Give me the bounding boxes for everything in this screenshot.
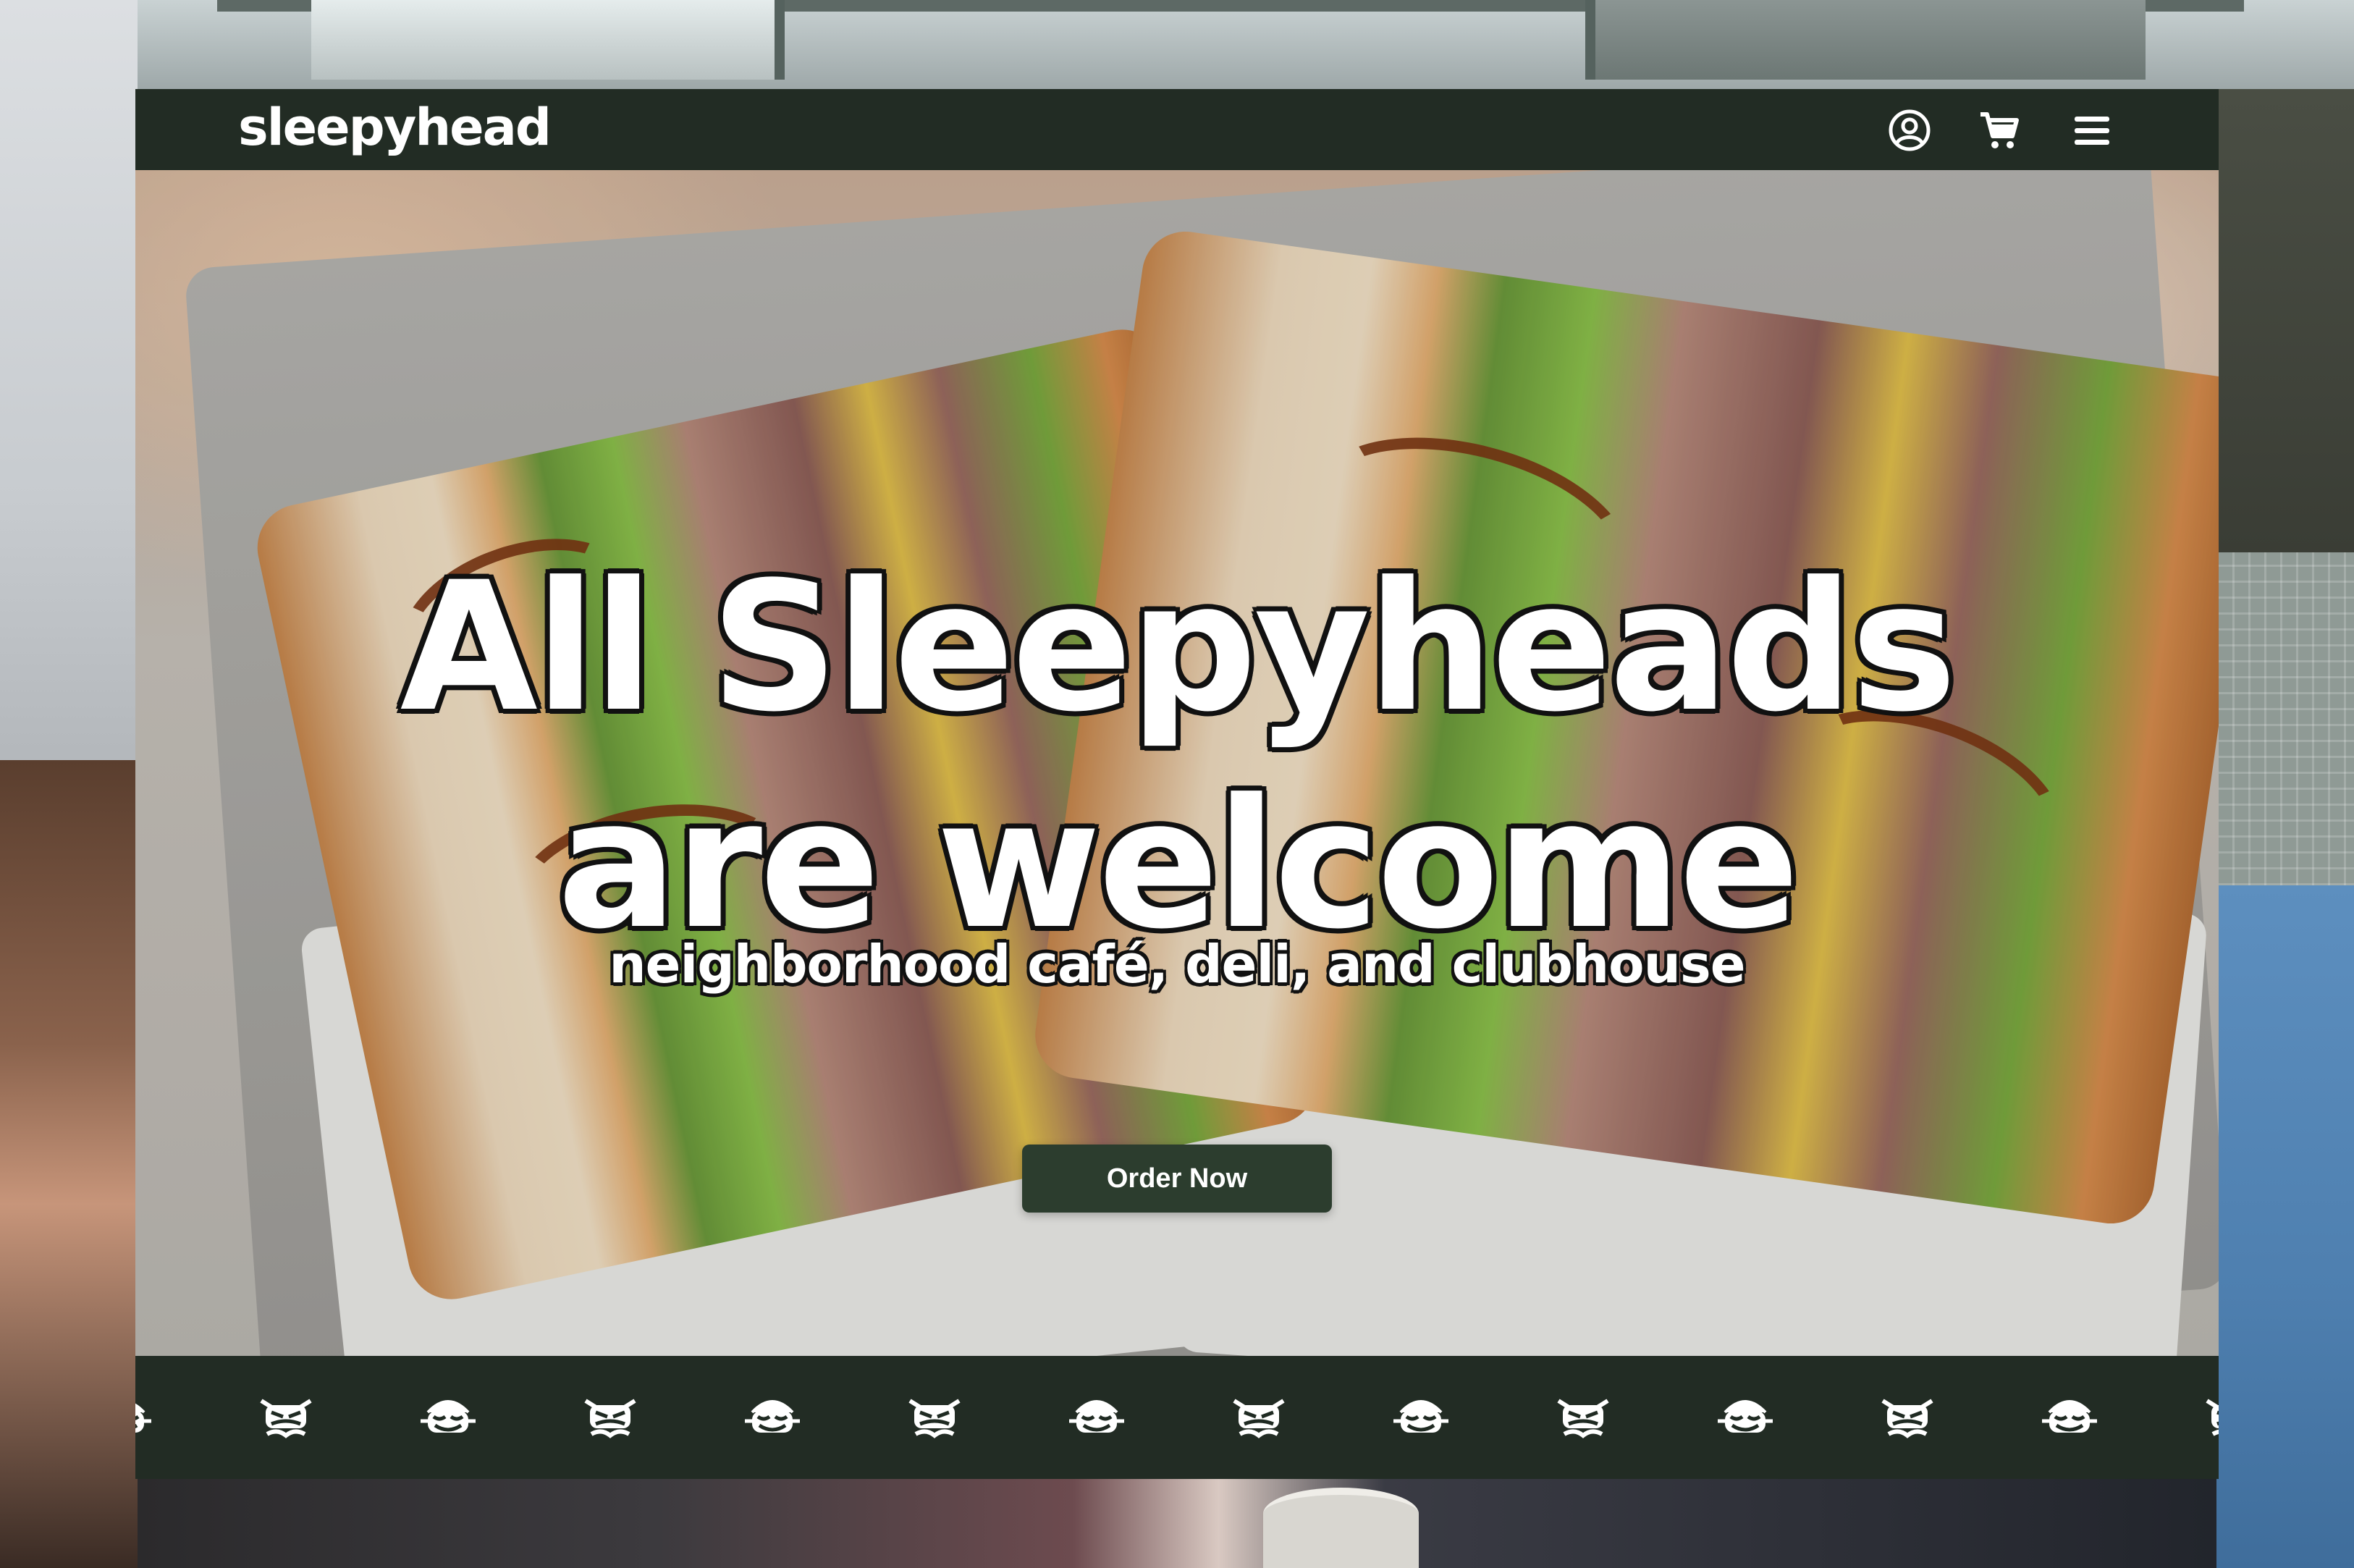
order-now-button[interactable]: Order Now: [1022, 1145, 1332, 1213]
smiling-face-icon: [1715, 1388, 1776, 1449]
hero-headline-line-1: All Sleepyheads: [400, 544, 1957, 751]
winking-face-icon: [1877, 1388, 1938, 1449]
hero-headline: All Sleepyheads are welcome: [135, 539, 2219, 974]
background-awning: [2216, 89, 2354, 552]
winking-face-icon: [1228, 1388, 1289, 1449]
background-person-shirt: [2216, 885, 2354, 1568]
background-window: [1585, 0, 2146, 80]
background-grille: [2216, 552, 2354, 885]
winking-face-icon: [1553, 1388, 1613, 1449]
hero-section: All Sleepyheads are welcome neighborhood…: [135, 170, 2219, 1356]
background-people: [0, 760, 138, 1568]
winking-face-icon: [904, 1388, 965, 1449]
winking-face-icon: [256, 1388, 316, 1449]
winking-face-icon: [580, 1388, 641, 1449]
mascot-marquee: [135, 1356, 2219, 1479]
account-icon[interactable]: [1886, 106, 1933, 154]
background-coffee-cup: [1263, 1488, 1419, 1568]
smiling-face-icon: [2039, 1388, 2100, 1449]
smiling-face-icon: [1391, 1388, 1451, 1449]
site-header: sleepyhead: [135, 89, 2219, 170]
cart-icon[interactable]: [1975, 106, 2023, 154]
background-wall: [0, 0, 138, 833]
background-window: [311, 0, 785, 80]
hero-subheadline: neighborhood café, deli, and clubhouse: [609, 934, 1745, 995]
smiling-face-icon: [1066, 1388, 1127, 1449]
smiling-face-icon: [135, 1388, 154, 1449]
website-card: sleepyhead All Sleepyheads are welcome n…: [135, 89, 2219, 1479]
winking-face-icon: [2201, 1388, 2219, 1449]
menu-icon[interactable]: [2068, 106, 2116, 154]
smiling-face-icon: [742, 1388, 803, 1449]
brand-logo[interactable]: sleepyhead: [238, 102, 552, 153]
smiling-face-icon: [418, 1388, 478, 1449]
background-crowd: [138, 1479, 2216, 1568]
